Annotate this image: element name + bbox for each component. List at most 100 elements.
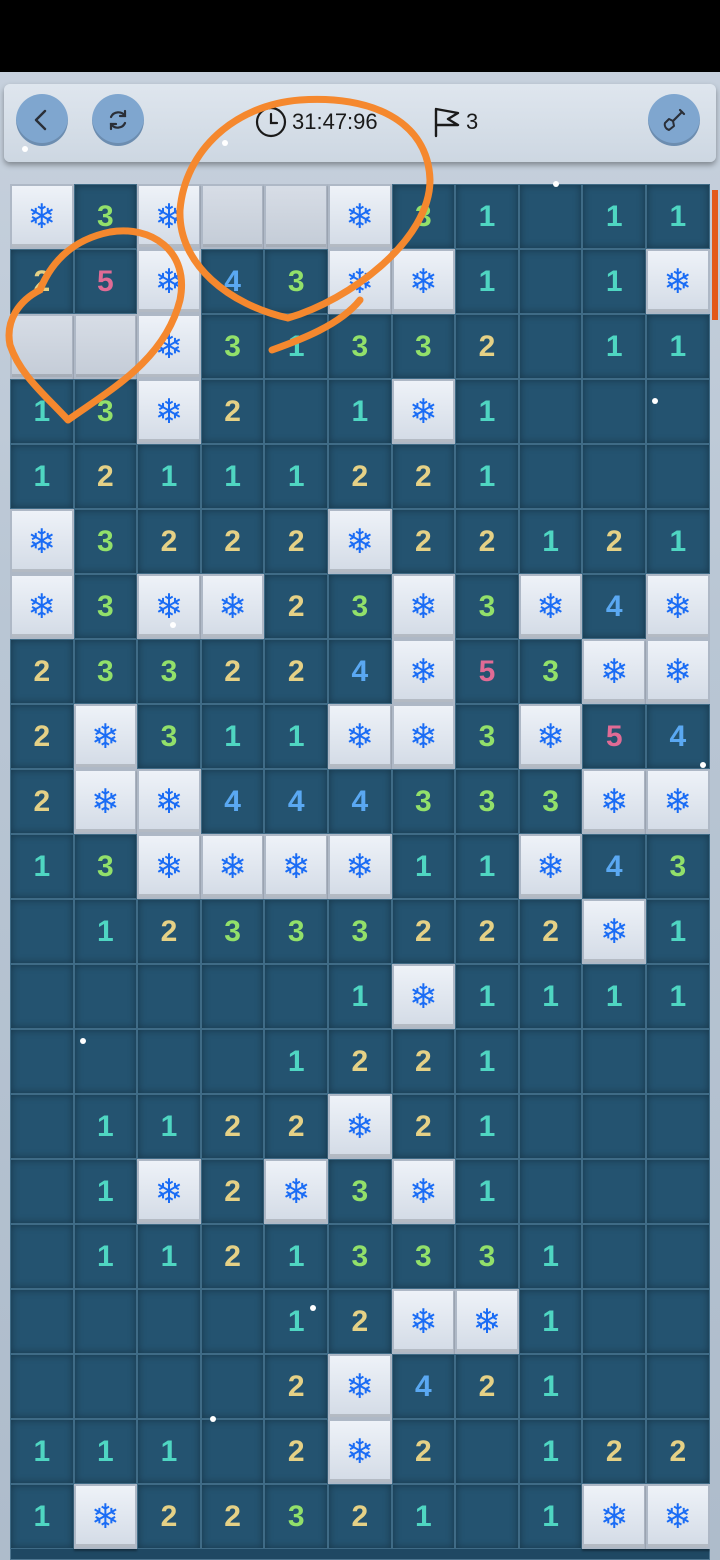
number-tile[interactable]: 2: [73, 444, 138, 509]
empty-tile[interactable]: [518, 314, 583, 379]
empty-tile[interactable]: [646, 379, 710, 444]
number-tile[interactable]: 3: [73, 639, 138, 704]
empty-tile[interactable]: [518, 1029, 583, 1094]
number-tile[interactable]: 1: [455, 1159, 519, 1224]
number-tile[interactable]: 2: [264, 1094, 328, 1159]
number-tile[interactable]: 3: [200, 899, 265, 964]
number-tile[interactable]: 1: [73, 1224, 138, 1289]
number-tile[interactable]: 1: [10, 444, 74, 509]
mine-tile[interactable]: ❄: [582, 769, 646, 834]
mine-tile[interactable]: ❄: [137, 1159, 201, 1224]
number-tile[interactable]: 3: [73, 834, 138, 899]
empty-tile[interactable]: [10, 1159, 74, 1224]
number-tile[interactable]: 2: [200, 379, 265, 444]
mine-tile[interactable]: ❄: [10, 574, 74, 639]
mine-tile[interactable]: ❄: [328, 1354, 392, 1419]
number-tile[interactable]: 1: [455, 249, 519, 314]
number-tile[interactable]: 4: [200, 769, 265, 834]
empty-tile[interactable]: [518, 1094, 583, 1159]
number-tile[interactable]: 2: [200, 509, 265, 574]
number-tile[interactable]: 2: [391, 1094, 456, 1159]
mine-tile[interactable]: ❄: [73, 704, 138, 769]
number-tile[interactable]: 1: [455, 379, 519, 444]
empty-tile[interactable]: [10, 899, 74, 964]
mine-tile[interactable]: ❄: [200, 574, 265, 639]
mine-tile[interactable]: ❄: [200, 834, 265, 899]
number-tile[interactable]: 1: [10, 1419, 74, 1484]
number-tile[interactable]: 2: [328, 444, 392, 509]
number-tile[interactable]: 2: [137, 1484, 201, 1549]
empty-tile[interactable]: [137, 1029, 201, 1094]
mine-tile[interactable]: ❄: [10, 509, 74, 574]
empty-tile[interactable]: [518, 444, 583, 509]
number-tile[interactable]: 1: [518, 1484, 583, 1549]
mine-tile[interactable]: ❄: [137, 574, 201, 639]
empty-tile[interactable]: [582, 1094, 646, 1159]
number-tile[interactable]: 3: [328, 899, 392, 964]
number-tile[interactable]: 2: [328, 1029, 392, 1094]
mine-tile[interactable]: ❄: [391, 379, 456, 444]
mine-tile[interactable]: ❄: [328, 704, 392, 769]
number-tile[interactable]: 1: [328, 379, 392, 444]
number-tile[interactable]: 2: [10, 639, 74, 704]
mine-tile[interactable]: ❄: [137, 249, 201, 314]
number-tile[interactable]: 3: [455, 574, 519, 639]
number-tile[interactable]: 1: [518, 1289, 583, 1354]
number-tile[interactable]: 3: [137, 639, 201, 704]
number-tile[interactable]: 1: [391, 834, 456, 899]
number-tile[interactable]: 1: [455, 184, 519, 249]
number-tile[interactable]: 4: [264, 769, 328, 834]
number-tile[interactable]: 3: [518, 769, 583, 834]
mine-tile[interactable]: ❄: [582, 899, 646, 964]
number-tile[interactable]: 2: [455, 509, 519, 574]
number-tile[interactable]: 1: [200, 704, 265, 769]
number-tile[interactable]: 3: [73, 574, 138, 639]
mine-tile[interactable]: ❄: [391, 704, 456, 769]
number-tile[interactable]: 3: [391, 314, 456, 379]
number-tile[interactable]: 1: [73, 1094, 138, 1159]
number-tile[interactable]: 2: [328, 1289, 392, 1354]
number-tile[interactable]: 1: [264, 314, 328, 379]
number-tile[interactable]: 1: [73, 899, 138, 964]
empty-tile[interactable]: [137, 1289, 201, 1354]
number-tile[interactable]: 1: [10, 1484, 74, 1549]
number-tile[interactable]: 2: [264, 509, 328, 574]
number-tile[interactable]: 2: [137, 509, 201, 574]
empty-tile[interactable]: [646, 1094, 710, 1159]
number-tile[interactable]: 1: [455, 964, 519, 1029]
empty-tile[interactable]: [73, 1354, 138, 1419]
empty-tile[interactable]: [646, 1224, 710, 1289]
mine-tile[interactable]: ❄: [518, 834, 583, 899]
empty-tile[interactable]: [646, 1029, 710, 1094]
number-tile[interactable]: 1: [264, 1289, 328, 1354]
number-tile[interactable]: 3: [137, 704, 201, 769]
number-tile[interactable]: 1: [582, 314, 646, 379]
number-tile[interactable]: 2: [200, 1094, 265, 1159]
number-tile[interactable]: 3: [455, 769, 519, 834]
number-tile[interactable]: 2: [200, 1159, 265, 1224]
number-tile[interactable]: 2: [455, 1354, 519, 1419]
number-tile[interactable]: 3: [391, 184, 456, 249]
number-tile[interactable]: 1: [646, 184, 710, 249]
number-tile[interactable]: 1: [137, 1419, 201, 1484]
number-tile[interactable]: 1: [646, 509, 710, 574]
number-tile[interactable]: 3: [264, 249, 328, 314]
empty-tile[interactable]: [10, 1029, 74, 1094]
empty-tile[interactable]: [518, 379, 583, 444]
number-tile[interactable]: 4: [328, 639, 392, 704]
number-tile[interactable]: 1: [391, 1484, 456, 1549]
number-tile[interactable]: 2: [10, 769, 74, 834]
empty-tile[interactable]: [200, 964, 265, 1029]
mine-tile[interactable]: ❄: [646, 249, 710, 314]
number-tile[interactable]: 5: [73, 249, 138, 314]
number-tile[interactable]: 1: [455, 834, 519, 899]
mine-tile[interactable]: ❄: [10, 184, 74, 249]
number-tile[interactable]: 4: [646, 704, 710, 769]
unopened-tile[interactable]: [10, 314, 74, 379]
number-tile[interactable]: 1: [10, 834, 74, 899]
empty-tile[interactable]: [518, 1159, 583, 1224]
number-tile[interactable]: 2: [391, 509, 456, 574]
number-tile[interactable]: 2: [646, 1419, 710, 1484]
number-tile[interactable]: 3: [455, 1224, 519, 1289]
mine-tile[interactable]: ❄: [391, 964, 456, 1029]
